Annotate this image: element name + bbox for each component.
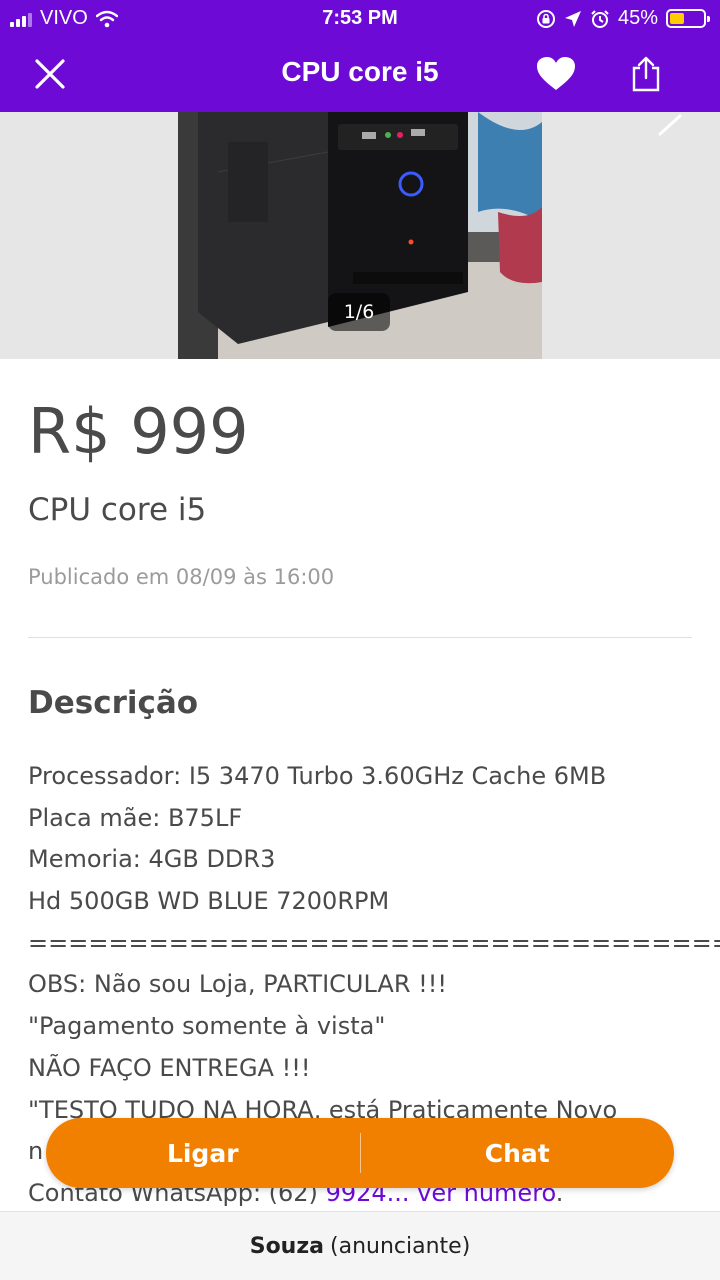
advertiser-name: Souza (249, 1233, 324, 1259)
advertiser-footer[interactable]: Souza (anunciante) (0, 1211, 720, 1280)
battery-icon (666, 9, 710, 28)
description-line: Processador: I5 3470 Turbo 3.60GHz Cache… (28, 762, 607, 790)
description-heading: Descrição (28, 685, 199, 721)
description-line: Memoria: 4GB DDR3 (28, 845, 276, 874)
favorite-button[interactable] (532, 50, 580, 98)
listing-price: R$ 999 (28, 395, 249, 468)
heart-icon (537, 57, 575, 90)
divider (28, 637, 692, 638)
listing-title: CPU core i5 (28, 492, 207, 528)
location-icon (564, 10, 581, 27)
status-bar: VIVO 7:53 PM 45% (0, 0, 720, 36)
call-button[interactable]: Ligar (46, 1118, 360, 1188)
gallery-next-icon[interactable] (656, 112, 684, 138)
chat-button[interactable]: Chat (361, 1118, 675, 1188)
battery-percent: 45% (617, 7, 658, 29)
share-icon (632, 56, 660, 92)
description-line: =================================== (28, 928, 720, 957)
status-right: 45% (536, 7, 710, 30)
description-line: "Pagamento somente à vista" (28, 1012, 386, 1041)
alarm-icon (591, 9, 609, 28)
description-line: Hd 500GB WD BLUE 7200RPM (28, 887, 390, 916)
description-line: OBS: Não sou Loja, PARTICULAR !!! (28, 970, 448, 999)
orientation-lock-icon (536, 9, 555, 28)
share-button[interactable] (622, 50, 670, 98)
page-title: CPU core i5 (281, 56, 439, 87)
description-line: NÃO FAÇO ENTREGA !!! (28, 1053, 311, 1082)
description-line: Placa mãe: B75LF (28, 803, 243, 832)
photo-counter: 1/6 (328, 293, 390, 331)
published-date: Publicado em 08/09 às 16:00 (28, 565, 335, 589)
contact-action-bar: Ligar Chat (46, 1118, 674, 1188)
app-header: CPU core i5 (0, 36, 720, 112)
advertiser-role: (anunciante) (330, 1233, 471, 1259)
